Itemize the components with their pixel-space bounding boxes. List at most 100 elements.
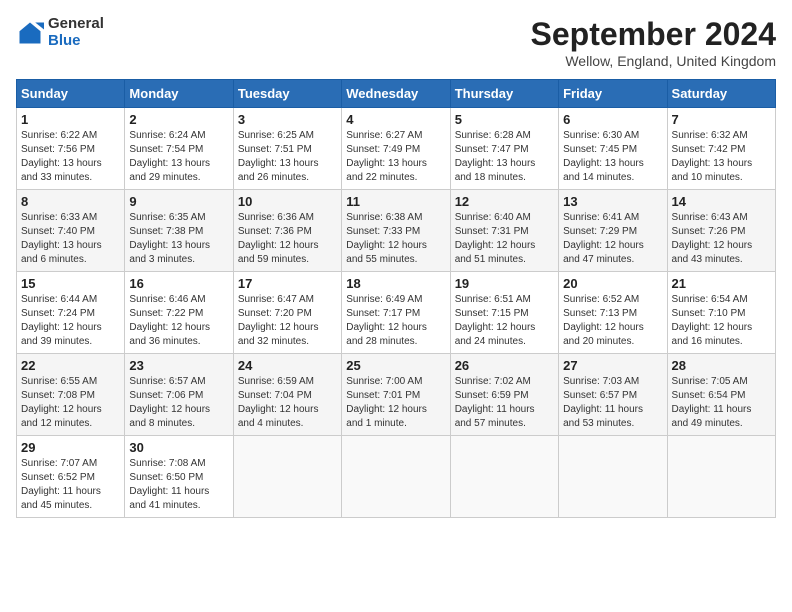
header-cell-saturday: Saturday: [667, 80, 775, 108]
day-info: Sunrise: 6:49 AM Sunset: 7:17 PM Dayligh…: [346, 294, 427, 347]
day-info: Sunrise: 6:28 AM Sunset: 7:47 PM Dayligh…: [455, 130, 536, 183]
day-info: Sunrise: 6:24 AM Sunset: 7:54 PM Dayligh…: [129, 130, 210, 183]
day-cell: 24 Sunrise: 6:59 AM Sunset: 7:04 PM Dayli…: [233, 354, 341, 436]
day-cell: 23 Sunrise: 6:57 AM Sunset: 7:06 PM Dayli…: [125, 354, 233, 436]
day-number: 13: [563, 194, 662, 209]
header-cell-sunday: Sunday: [17, 80, 125, 108]
day-number: 21: [672, 276, 771, 291]
location-subtitle: Wellow, England, United Kingdom: [531, 53, 776, 69]
header-cell-tuesday: Tuesday: [233, 80, 341, 108]
day-number: 24: [238, 358, 337, 373]
title-area: September 2024 Wellow, England, United K…: [531, 16, 776, 69]
day-cell: 19 Sunrise: 6:51 AM Sunset: 7:15 PM Dayli…: [450, 272, 558, 354]
day-cell: 5 Sunrise: 6:28 AM Sunset: 7:47 PM Daylig…: [450, 108, 558, 190]
logo-blue-text: Blue: [48, 33, 104, 50]
day-info: Sunrise: 6:22 AM Sunset: 7:56 PM Dayligh…: [21, 130, 102, 183]
day-info: Sunrise: 7:05 AM Sunset: 6:54 PM Dayligh…: [672, 376, 752, 429]
day-cell: [559, 436, 667, 518]
day-number: 2: [129, 112, 228, 127]
day-number: 26: [455, 358, 554, 373]
day-info: Sunrise: 6:57 AM Sunset: 7:06 PM Dayligh…: [129, 376, 210, 429]
logo: General Blue: [16, 16, 104, 49]
week-row-5: 29 Sunrise: 7:07 AM Sunset: 6:52 PM Dayli…: [17, 436, 776, 518]
day-info: Sunrise: 6:47 AM Sunset: 7:20 PM Dayligh…: [238, 294, 319, 347]
day-number: 29: [21, 440, 120, 455]
day-info: Sunrise: 7:00 AM Sunset: 7:01 PM Dayligh…: [346, 376, 427, 429]
day-number: 17: [238, 276, 337, 291]
week-row-1: 1 Sunrise: 6:22 AM Sunset: 7:56 PM Daylig…: [17, 108, 776, 190]
logo-icon: [16, 19, 44, 47]
day-number: 19: [455, 276, 554, 291]
day-cell: 11 Sunrise: 6:38 AM Sunset: 7:33 PM Dayli…: [342, 190, 450, 272]
day-info: Sunrise: 6:59 AM Sunset: 7:04 PM Dayligh…: [238, 376, 319, 429]
day-info: Sunrise: 6:51 AM Sunset: 7:15 PM Dayligh…: [455, 294, 536, 347]
day-cell: 30 Sunrise: 7:08 AM Sunset: 6:50 PM Dayli…: [125, 436, 233, 518]
day-info: Sunrise: 6:38 AM Sunset: 7:33 PM Dayligh…: [346, 212, 427, 265]
day-info: Sunrise: 6:52 AM Sunset: 7:13 PM Dayligh…: [563, 294, 644, 347]
week-row-3: 15 Sunrise: 6:44 AM Sunset: 7:24 PM Dayli…: [17, 272, 776, 354]
day-number: 10: [238, 194, 337, 209]
calendar-table: SundayMondayTuesdayWednesdayThursdayFrid…: [16, 79, 776, 518]
day-cell: 27 Sunrise: 7:03 AM Sunset: 6:57 PM Dayli…: [559, 354, 667, 436]
day-cell: 10 Sunrise: 6:36 AM Sunset: 7:36 PM Dayli…: [233, 190, 341, 272]
day-info: Sunrise: 6:44 AM Sunset: 7:24 PM Dayligh…: [21, 294, 102, 347]
day-info: Sunrise: 6:35 AM Sunset: 7:38 PM Dayligh…: [129, 212, 210, 265]
day-number: 12: [455, 194, 554, 209]
logo-general-text: General: [48, 16, 104, 33]
day-info: Sunrise: 7:08 AM Sunset: 6:50 PM Dayligh…: [129, 458, 209, 511]
header-cell-thursday: Thursday: [450, 80, 558, 108]
day-info: Sunrise: 6:25 AM Sunset: 7:51 PM Dayligh…: [238, 130, 319, 183]
day-cell: 12 Sunrise: 6:40 AM Sunset: 7:31 PM Dayli…: [450, 190, 558, 272]
header-cell-wednesday: Wednesday: [342, 80, 450, 108]
header-cell-monday: Monday: [125, 80, 233, 108]
day-cell: 6Sunrise: 6:30 AM Sunset: 7:45 PM Daylig…: [559, 108, 667, 190]
day-info: Sunrise: 6:40 AM Sunset: 7:31 PM Dayligh…: [455, 212, 536, 265]
day-number: 15: [21, 276, 120, 291]
day-cell: 28Sunrise: 7:05 AM Sunset: 6:54 PM Dayli…: [667, 354, 775, 436]
day-cell: 1 Sunrise: 6:22 AM Sunset: 7:56 PM Daylig…: [17, 108, 125, 190]
day-number: 27: [563, 358, 662, 373]
day-cell: [233, 436, 341, 518]
day-cell: 25 Sunrise: 7:00 AM Sunset: 7:01 PM Dayli…: [342, 354, 450, 436]
day-number: 1: [21, 112, 120, 127]
day-cell: 22Sunrise: 6:55 AM Sunset: 7:08 PM Dayli…: [17, 354, 125, 436]
day-cell: 2 Sunrise: 6:24 AM Sunset: 7:54 PM Daylig…: [125, 108, 233, 190]
day-info: Sunrise: 6:54 AM Sunset: 7:10 PM Dayligh…: [672, 294, 753, 347]
day-cell: 4Sunrise: 6:27 AM Sunset: 7:49 PM Daylig…: [342, 108, 450, 190]
day-info: Sunrise: 6:30 AM Sunset: 7:45 PM Dayligh…: [563, 130, 644, 183]
day-info: Sunrise: 7:03 AM Sunset: 6:57 PM Dayligh…: [563, 376, 643, 429]
day-cell: 20 Sunrise: 6:52 AM Sunset: 7:13 PM Dayli…: [559, 272, 667, 354]
day-info: Sunrise: 7:07 AM Sunset: 6:52 PM Dayligh…: [21, 458, 101, 511]
day-number: 8: [21, 194, 120, 209]
day-number: 5: [455, 112, 554, 127]
day-number: 23: [129, 358, 228, 373]
day-number: 7: [672, 112, 771, 127]
day-cell: 21 Sunrise: 6:54 AM Sunset: 7:10 PM Dayli…: [667, 272, 775, 354]
day-info: Sunrise: 6:41 AM Sunset: 7:29 PM Dayligh…: [563, 212, 644, 265]
day-info: Sunrise: 6:32 AM Sunset: 7:42 PM Dayligh…: [672, 130, 753, 183]
day-cell: 17 Sunrise: 6:47 AM Sunset: 7:20 PM Dayli…: [233, 272, 341, 354]
day-cell: 14Sunrise: 6:43 AM Sunset: 7:26 PM Dayli…: [667, 190, 775, 272]
day-cell: 13 Sunrise: 6:41 AM Sunset: 7:29 PM Dayli…: [559, 190, 667, 272]
day-cell: 16Sunrise: 6:46 AM Sunset: 7:22 PM Dayli…: [125, 272, 233, 354]
day-cell: [450, 436, 558, 518]
day-cell: 26Sunrise: 7:02 AM Sunset: 6:59 PM Dayli…: [450, 354, 558, 436]
day-number: 20: [563, 276, 662, 291]
day-number: 25: [346, 358, 445, 373]
day-number: 30: [129, 440, 228, 455]
day-cell: 29 Sunrise: 7:07 AM Sunset: 6:52 PM Dayli…: [17, 436, 125, 518]
day-info: Sunrise: 6:33 AM Sunset: 7:40 PM Dayligh…: [21, 212, 102, 265]
day-number: 9: [129, 194, 228, 209]
week-row-4: 22Sunrise: 6:55 AM Sunset: 7:08 PM Dayli…: [17, 354, 776, 436]
day-info: Sunrise: 6:55 AM Sunset: 7:08 PM Dayligh…: [21, 376, 102, 429]
month-title: September 2024: [531, 16, 776, 53]
logo-text: General Blue: [48, 16, 104, 49]
day-cell: 18 Sunrise: 6:49 AM Sunset: 7:17 PM Dayli…: [342, 272, 450, 354]
day-cell: [342, 436, 450, 518]
day-number: 18: [346, 276, 445, 291]
day-cell: 8 Sunrise: 6:33 AM Sunset: 7:40 PM Daylig…: [17, 190, 125, 272]
day-number: 11: [346, 194, 445, 209]
day-number: 3: [238, 112, 337, 127]
header-cell-friday: Friday: [559, 80, 667, 108]
day-info: Sunrise: 6:36 AM Sunset: 7:36 PM Dayligh…: [238, 212, 319, 265]
